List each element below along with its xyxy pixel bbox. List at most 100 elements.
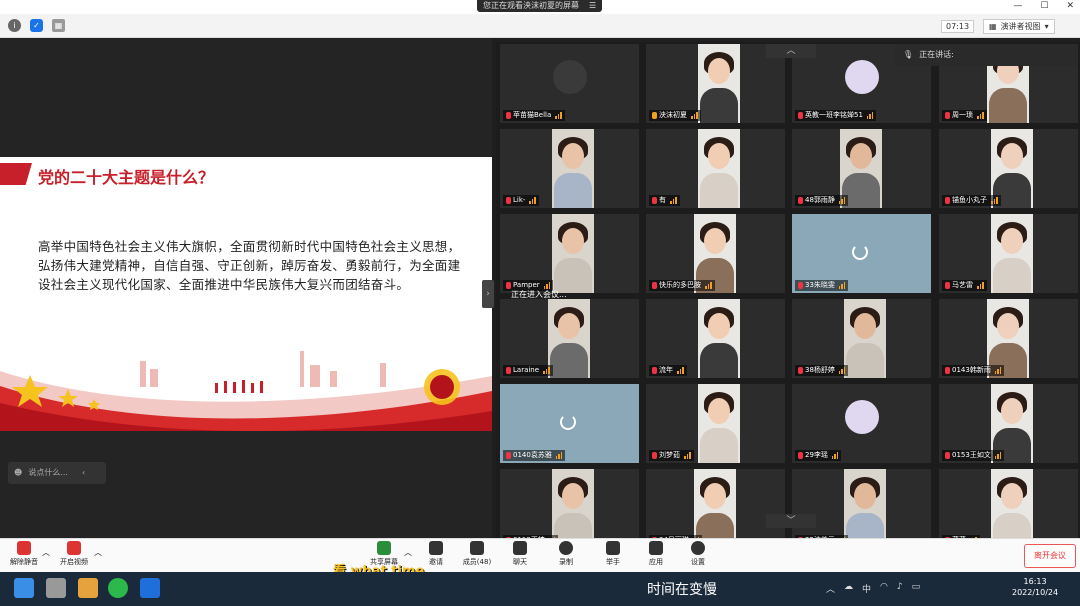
mic-muted-icon [798,367,803,374]
settings-button[interactable]: 设置 [678,541,718,567]
participant-tile[interactable]: 25沈美云 [792,469,931,548]
participant-tile[interactable]: 33朱晓雯 [792,214,931,293]
settings-icon[interactable]: ☰ [589,0,596,12]
participant-tile[interactable]: 34吕丽瑛 [646,469,785,548]
taskbar-clock[interactable]: 16:13 2022/10/24 [1012,576,1058,598]
loading-spinner-icon [852,244,868,260]
participant-name-tag: 英教一班李铭婵51 [795,110,877,121]
emoji-icon[interactable]: ☻ [14,462,22,484]
participant-tile[interactable]: 锚鱼小丸子 [939,129,1078,208]
participant-tile[interactable]: 刘梦茹 [646,384,785,463]
security-shield-icon[interactable]: ✓ [30,19,43,32]
start-menu-icon[interactable] [14,578,34,598]
participant-tile[interactable]: 马艺雷 [939,214,1078,293]
signal-strength-icon [866,112,874,119]
volume-icon[interactable]: ♪ [897,582,903,595]
meeting-control-bar: 解除静音 ︿ 开启视频 ︿ 共享屏幕 ︿ 邀请 成员(48) 聊天 录制 举手 … [0,538,1080,572]
info-icon[interactable]: i [8,19,21,32]
signal-strength-icon [977,282,984,289]
close-icon[interactable]: ✕ [1066,0,1074,13]
start-video-label: 开启视频 [60,558,88,566]
participant-name: 38杨舒婷 [805,366,835,374]
participant-video [991,214,1033,293]
share-banner[interactable]: 您正在观看泱沫初夏的屏幕 ☰ [477,0,603,12]
participant-name-tag: 0140袁苏雅 [503,450,566,461]
minimize-icon[interactable]: — [1013,0,1022,13]
signal-strength-icon [831,452,839,459]
record-icon [559,541,573,555]
participant-tile[interactable]: 48郭雨静 [792,129,931,208]
chevron-left-icon[interactable]: ‹ [82,462,85,484]
share-options-chevron-icon[interactable]: ︿ [404,547,412,558]
chevron-up-icon[interactable]: ︿ [826,582,835,595]
mic-muted-icon [652,282,657,289]
participant-tile[interactable]: 快乐的多巴胺 [646,214,785,293]
tencent-meeting-icon[interactable] [140,578,160,598]
gallery-scroll-up-button[interactable]: ︿ [766,44,816,58]
collapse-gallery-handle[interactable]: › [482,280,494,308]
record-button[interactable]: 录制 [546,541,586,567]
members-button[interactable]: 成员(48) [457,541,497,567]
participant-name: 锚鱼小丸子 [952,196,987,204]
window-controls: — ☐ ✕ [1013,0,1074,13]
signal-strength-icon [838,282,846,289]
apps-button[interactable]: 应用 [636,541,676,567]
leave-meeting-button[interactable]: 离开会议 [1024,544,1076,568]
participant-name: 48郭雨静 [805,196,835,204]
participant-video [698,299,740,378]
view-mode-button[interactable]: ▦ 演讲者视图 ▾ [983,19,1055,34]
app-icon[interactable] [78,578,98,598]
participant-video [844,469,886,548]
video-caption-bottom: 时间在变慢 [647,582,717,598]
mic-muted-icon [945,452,950,459]
wechat-icon[interactable] [108,578,128,598]
presentation-slide: 党的二十大主题是什么？ 高举中国特色社会主义伟大旗帜，全面贯彻新时代中国特色社会… [0,157,492,431]
participant-tile[interactable]: 苹苗猫Bella [500,44,639,123]
mic-muted-icon [945,112,950,119]
participant-tile[interactable]: 29李瑶 [792,384,931,463]
battery-icon[interactable]: ▭ [912,582,921,595]
raise-hand-button[interactable]: 举手 [593,541,633,567]
participant-name: Laraine [513,366,540,374]
members-icon [470,541,484,555]
participant-tile[interactable]: 0143韩新雨 [939,299,1078,378]
participant-tile[interactable]: 流年 [646,299,785,378]
camera-off-icon [67,541,81,555]
weather-icon[interactable]: ☁ [844,582,853,595]
signal-strength-icon [555,452,563,459]
participant-tile[interactable]: Lik- [500,129,639,208]
task-view-icon[interactable] [46,578,66,598]
signal-strength-icon [705,282,712,289]
video-options-chevron-icon[interactable]: ︿ [94,547,102,558]
participant-name: 周一琐 [952,111,973,119]
participant-tile[interactable]: 38杨舒婷 [792,299,931,378]
chat-input-box[interactable]: ☻ 说点什么... ‹ [8,462,106,484]
participant-tile[interactable]: 0153王如文 [939,384,1078,463]
audio-options-chevron-icon[interactable]: ︿ [42,547,50,558]
ime-indicator[interactable]: 中 [862,582,871,595]
mic-muted-icon [652,452,657,459]
wifi-icon[interactable]: ◠ [880,582,888,595]
chat-button[interactable]: 聊天 [500,541,540,567]
participant-tile[interactable]: 有 [646,129,785,208]
start-video-button[interactable]: 开启视频 [54,541,94,567]
participant-tile[interactable]: 菜菜 [939,469,1078,548]
participant-tile[interactable]: 0140袁苏雅 [500,384,639,463]
participant-tile[interactable]: 0119王婷 [500,469,639,548]
maximize-icon[interactable]: ☐ [1040,0,1048,13]
participant-video [698,44,740,123]
participant-name: 马艺雷 [952,281,973,289]
unmute-button[interactable]: 解除静音 [4,541,44,567]
participant-tile[interactable]: Laraine [500,299,639,378]
network-icon[interactable]: ▦ [52,19,65,32]
system-tray: ︿ ☁ 中 ◠ ♪ ▭ [826,582,920,595]
shared-screen-area: 党的二十大主题是什么？ 高举中国特色社会主义伟大旗帜，全面贯彻新时代中国特色社会… [0,38,494,538]
mic-muted-icon [652,367,657,374]
participant-name: 刘梦茹 [659,451,680,459]
participant-tile[interactable]: Pamper [500,214,639,293]
participant-tile[interactable]: 泱沫初夏 [646,44,785,123]
gear-icon [691,541,705,555]
gallery-scroll-down-button[interactable]: ﹀ [766,514,816,528]
mic-muted-icon [506,282,511,289]
avatar [844,400,879,434]
